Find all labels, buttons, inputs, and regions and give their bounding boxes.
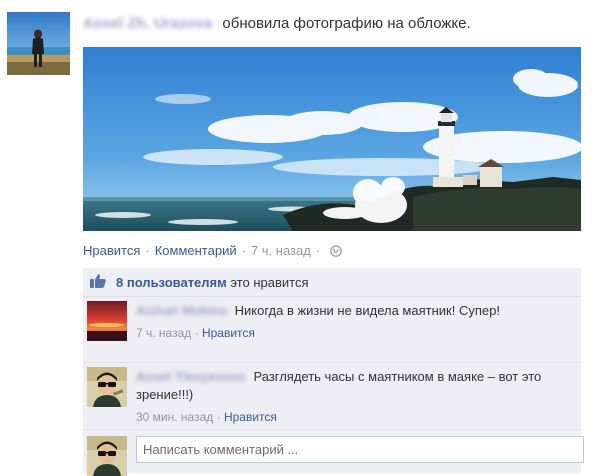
post-author-name[interactable]: Assel Zh. Urazova bbox=[83, 15, 212, 32]
post-like-link[interactable]: Нравится bbox=[83, 243, 140, 258]
comment-body: Aizhan Mukina Никогда в жизни не видела … bbox=[136, 302, 576, 342]
post-header: Assel Zh. Urazova обновила фотографию на… bbox=[83, 14, 471, 34]
likes-text: 8 пользователям это нравится bbox=[116, 275, 309, 290]
comment-meta: 30 мин. назад · Нравится bbox=[136, 408, 576, 426]
post-actions: Нравится · Комментарий · 7 ч. назад · bbox=[83, 243, 342, 258]
comment-time[interactable]: 30 мин. назад bbox=[136, 410, 213, 424]
post-timestamp[interactable]: 7 ч. назад bbox=[251, 243, 311, 258]
action-separator: · bbox=[315, 243, 321, 258]
comment-composer bbox=[83, 429, 584, 476]
comment-text: Никогда в жизни не видела маятник! Супер… bbox=[234, 303, 500, 318]
globe-icon[interactable] bbox=[330, 244, 342, 257]
post-comment-link[interactable]: Комментарий bbox=[155, 243, 237, 258]
likes-summary: 8 пользователям это нравится bbox=[83, 268, 581, 295]
comment-author[interactable]: Aizhan Mukina bbox=[136, 303, 227, 318]
comment-like-link[interactable]: Нравится bbox=[224, 410, 277, 424]
action-separator: · bbox=[241, 243, 246, 258]
thumbs-up-icon bbox=[89, 273, 107, 294]
current-user-avatar[interactable] bbox=[87, 436, 127, 476]
comment-author[interactable]: Asset Tleuyessov bbox=[136, 369, 246, 384]
meta-separator: · bbox=[216, 410, 224, 424]
comment-like-link[interactable]: Нравится bbox=[202, 326, 255, 340]
comment-input[interactable] bbox=[136, 436, 584, 463]
comment-time[interactable]: 7 ч. назад bbox=[136, 326, 191, 340]
meta-separator: · bbox=[194, 326, 202, 340]
commenter-avatar[interactable] bbox=[87, 367, 127, 407]
feedback-panel: 8 пользователям это нравится Aizhan Muki… bbox=[83, 268, 584, 476]
comment-body: Asset Tleuyessov Разглядеть часы с маятн… bbox=[136, 368, 576, 426]
action-separator: · bbox=[145, 243, 150, 258]
comment-meta: 7 ч. назад · Нравится bbox=[136, 324, 576, 342]
likes-count-link[interactable]: 8 пользователям bbox=[116, 275, 227, 290]
likes-suffix: это нравится bbox=[230, 275, 309, 290]
commenter-avatar[interactable] bbox=[87, 301, 127, 341]
post-action-text: обновила фотографию на обложке. bbox=[222, 15, 471, 32]
comment-item: Aizhan Mukina Никогда в жизни не видела … bbox=[83, 296, 581, 362]
comment-item: Asset Tleuyessov Разглядеть часы с маятн… bbox=[83, 362, 581, 429]
cover-photo[interactable] bbox=[83, 47, 581, 231]
post-author-avatar[interactable] bbox=[7, 12, 70, 75]
